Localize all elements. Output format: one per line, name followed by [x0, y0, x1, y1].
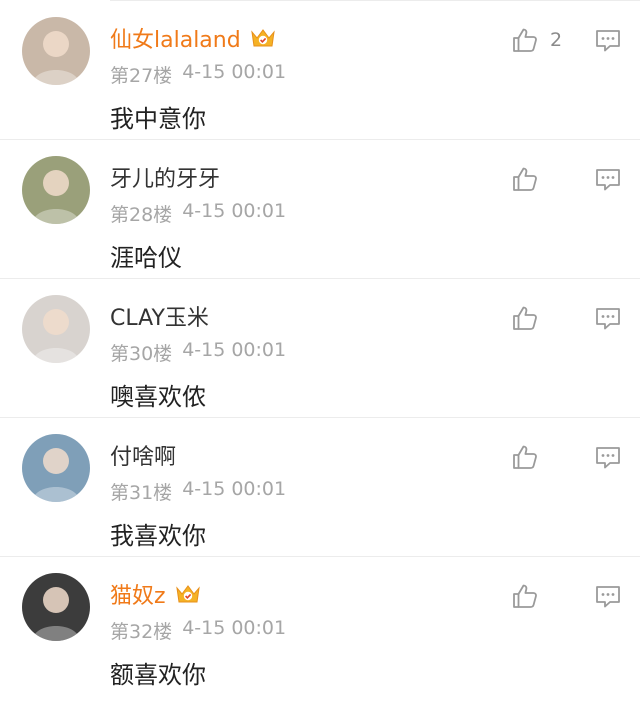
avatar-image	[22, 573, 90, 641]
reply-button[interactable]	[594, 165, 622, 193]
comment-item: CLAY玉米 第30楼 4-15 00:01 噢喜欢侬	[0, 279, 640, 418]
reply-button[interactable]	[594, 26, 622, 54]
comment-icon	[596, 586, 620, 608]
avatar-image	[22, 17, 90, 85]
floor-number: 第27楼	[110, 65, 173, 87]
crown-badge-icon	[249, 26, 277, 50]
name-row: 仙女lalaland	[110, 23, 277, 53]
avatar-image	[22, 434, 90, 502]
comment-icon	[596, 308, 620, 330]
reply-button[interactable]	[594, 582, 622, 610]
thumbs-up-icon	[513, 584, 537, 608]
comment-list: 仙女lalaland 第27楼 4-15 00:01 我中意你 2 牙儿的牙牙 …	[0, 1, 640, 696]
reply-button[interactable]	[594, 304, 622, 332]
comment-meta: 第30楼 4-15 00:01	[110, 339, 286, 366]
username[interactable]: 牙儿的牙牙	[110, 161, 220, 193]
comment-text: 额喜欢你	[110, 661, 206, 689]
comment-meta: 第27楼 4-15 00:01	[110, 61, 286, 88]
avatar-image	[22, 295, 90, 363]
comment-icon	[596, 169, 620, 191]
like-button[interactable]	[510, 164, 564, 194]
like-button[interactable]: 2	[510, 25, 564, 55]
comment-actions	[510, 442, 622, 472]
comment-meta: 第28楼 4-15 00:01	[110, 200, 286, 227]
thumbs-up-icon	[513, 28, 537, 52]
avatar[interactable]	[22, 156, 90, 224]
floor-number: 第30楼	[110, 343, 173, 365]
comment-item: 仙女lalaland 第27楼 4-15 00:01 我中意你 2	[0, 1, 640, 140]
comment-meta: 第31楼 4-15 00:01	[110, 478, 286, 505]
like-button[interactable]	[510, 303, 564, 333]
timestamp: 4-15 00:01	[182, 200, 287, 222]
avatar[interactable]	[22, 573, 90, 641]
floor-number: 第32楼	[110, 621, 173, 643]
avatar-image	[22, 156, 90, 224]
comment-item: 牙儿的牙牙 第28楼 4-15 00:01 涯哈仪	[0, 140, 640, 279]
timestamp: 4-15 00:01	[182, 617, 287, 639]
floor-number: 第31楼	[110, 482, 173, 504]
name-row: 牙儿的牙牙	[110, 162, 220, 192]
comment-text: 我中意你	[110, 105, 206, 133]
comment-icon	[596, 447, 620, 469]
thumbs-up-icon	[513, 167, 537, 191]
comment-actions	[510, 303, 622, 333]
avatar[interactable]	[22, 434, 90, 502]
like-count: 2	[550, 29, 563, 51]
username[interactable]: CLAY玉米	[110, 300, 209, 332]
floor-number: 第28楼	[110, 204, 173, 226]
username[interactable]: 付啥啊	[110, 439, 176, 471]
comment-item: 猫奴z 第32楼 4-15 00:01 额喜欢你	[0, 557, 640, 696]
crown-badge-icon	[174, 582, 202, 606]
comment-meta: 第32楼 4-15 00:01	[110, 617, 286, 644]
comment-icon	[596, 30, 620, 52]
comment-text: 我喜欢你	[110, 522, 206, 550]
timestamp: 4-15 00:01	[182, 61, 287, 83]
comment-actions	[510, 164, 622, 194]
timestamp: 4-15 00:01	[182, 339, 287, 361]
username[interactable]: 仙女lalaland	[110, 22, 241, 54]
thumbs-up-icon	[513, 306, 537, 330]
like-button[interactable]	[510, 581, 564, 611]
comment-text: 涯哈仪	[110, 244, 182, 272]
comment-item: 付啥啊 第31楼 4-15 00:01 我喜欢你	[0, 418, 640, 557]
avatar[interactable]	[22, 17, 90, 85]
reply-button[interactable]	[594, 443, 622, 471]
name-row: CLAY玉米	[110, 301, 209, 331]
comment-actions: 2	[510, 25, 622, 55]
avatar[interactable]	[22, 295, 90, 363]
comment-actions	[510, 581, 622, 611]
name-row: 猫奴z	[110, 579, 202, 609]
name-row: 付啥啊	[110, 440, 176, 470]
comment-text: 噢喜欢侬	[110, 383, 206, 411]
thumbs-up-icon	[513, 445, 537, 469]
timestamp: 4-15 00:01	[182, 478, 287, 500]
username[interactable]: 猫奴z	[110, 578, 166, 610]
like-button[interactable]	[510, 442, 564, 472]
